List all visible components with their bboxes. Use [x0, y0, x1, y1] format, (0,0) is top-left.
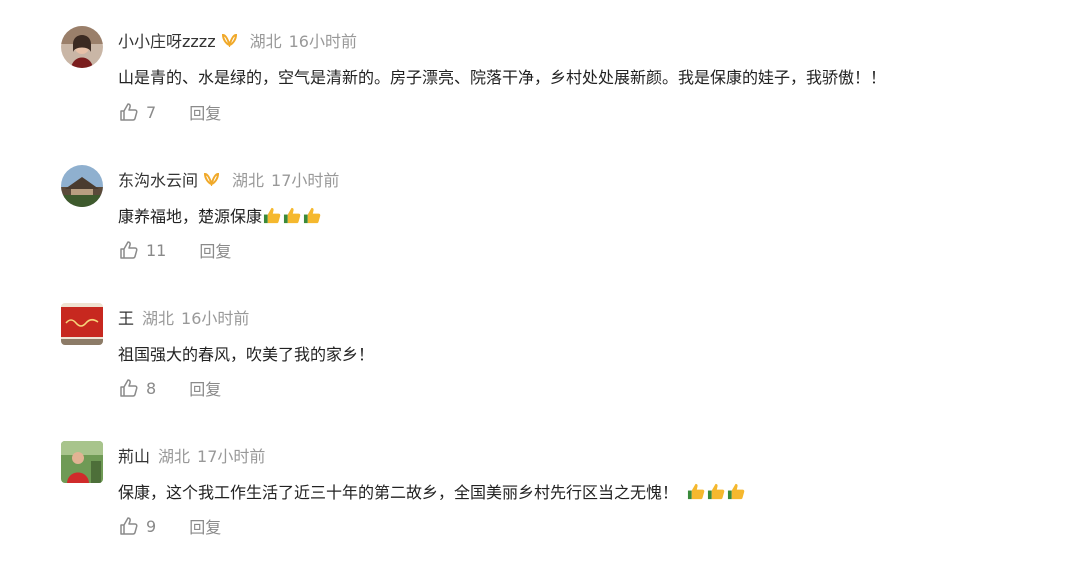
comment-actions: 11 回复: [119, 238, 231, 262]
avatar[interactable]: [61, 303, 103, 345]
thumbs-up-outline-icon[interactable]: [119, 102, 139, 122]
thumbs-up-emoji-icon: [727, 483, 745, 499]
comment-meta: 小小庄呀zzzz 湖北 16小时前: [118, 28, 357, 52]
avatar[interactable]: [61, 165, 103, 207]
comment-actions: 9 回复: [119, 514, 221, 538]
location: 湖北: [249, 32, 282, 51]
reply-button[interactable]: 回复: [189, 514, 221, 538]
like-count: 9: [146, 516, 157, 536]
comment-actions: 8 回复: [119, 376, 221, 400]
comment-text: 保康，这个我工作生活了近三十年的第二故乡，全国美丽乡村先行区当之无愧！: [118, 478, 746, 504]
like-count: 8: [146, 378, 157, 398]
like-count: 7: [146, 102, 157, 122]
thumbs-up-outline-icon[interactable]: [119, 378, 139, 398]
avatar[interactable]: [61, 26, 103, 68]
gold-ribbon-badge-icon: [204, 172, 220, 186]
comment-actions: 7 回复: [119, 100, 221, 124]
reply-button[interactable]: 回复: [189, 100, 221, 124]
thumbs-up-outline-icon[interactable]: [119, 240, 139, 260]
location: 湖北: [158, 447, 191, 466]
comment-text-content: 康养福地，楚源保康: [118, 207, 263, 226]
avatar[interactable]: [61, 441, 103, 483]
thumbs-up-emoji-icon: [263, 207, 281, 223]
comment-meta: 荊山 湖北 17小时前: [118, 443, 265, 467]
comment-text: 山是青的、水是绿的，空气是清新的。房子漂亮、院落干净，乡村处处展新颜。我是保康的…: [118, 63, 886, 89]
comment-text-content: 祖国强大的春风，吹美了我的家乡！: [118, 345, 375, 364]
comment-text-content: 山是青的、水是绿的，空气是清新的。房子漂亮、院落干净，乡村处处展新颜。我是保康的…: [118, 68, 887, 87]
thumbs-up-emoji-icon: [283, 207, 301, 223]
thumbs-up-outline-icon[interactable]: [119, 516, 139, 536]
gold-ribbon-badge-icon: [221, 33, 237, 47]
thumbs-up-emoji-icon: [303, 207, 321, 223]
comment-meta: 王 湖北 16小时前: [118, 305, 249, 329]
timestamp: 16小时前: [288, 32, 357, 51]
comment-meta: 东沟水云间 湖北 17小时前: [118, 167, 339, 191]
reply-button[interactable]: 回复: [199, 238, 231, 262]
comment-text: 康养福地，楚源保康: [118, 202, 322, 228]
timestamp: 17小时前: [271, 171, 340, 190]
comment-text: 祖国强大的春风，吹美了我的家乡！: [118, 340, 374, 366]
like-count: 11: [146, 240, 167, 260]
comment-text-content: 保康，这个我工作生活了近三十年的第二故乡，全国美丽乡村先行区当之无愧！: [118, 483, 679, 502]
thumbs-up-emoji-icon: [707, 483, 725, 499]
location: 湖北: [142, 309, 175, 328]
timestamp: 16小时前: [181, 309, 250, 328]
thumbs-up-emoji-icon: [687, 483, 705, 499]
timestamp: 17小时前: [197, 447, 266, 466]
username[interactable]: 荊山: [118, 443, 150, 467]
reply-button[interactable]: 回复: [189, 376, 221, 400]
location: 湖北: [232, 171, 265, 190]
username[interactable]: 王: [118, 305, 134, 329]
username[interactable]: 东沟水云间: [118, 167, 198, 191]
username[interactable]: 小小庄呀zzzz: [118, 28, 216, 52]
